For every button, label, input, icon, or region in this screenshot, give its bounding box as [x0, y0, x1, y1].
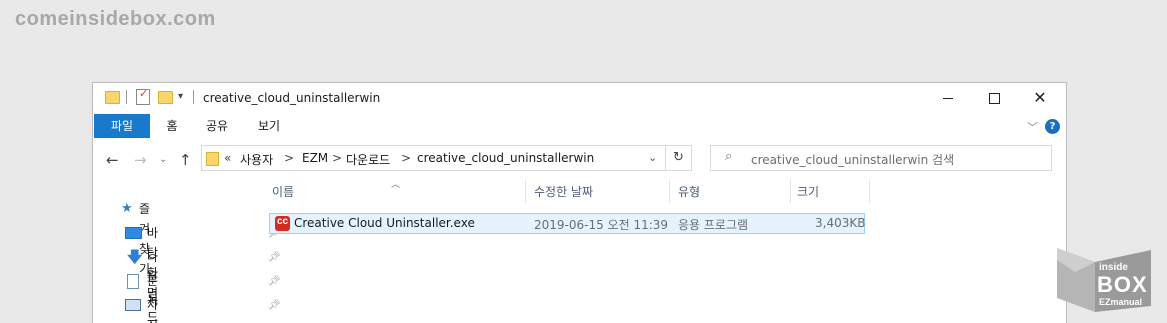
- new-folder-icon[interactable]: [158, 91, 173, 104]
- creative-cloud-app-icon: cc: [275, 216, 290, 231]
- back-button[interactable]: ←: [106, 151, 119, 169]
- logo-text-box: BOX: [1097, 272, 1148, 297]
- refresh-button[interactable]: ↻: [666, 145, 692, 171]
- window-title: creative_cloud_uninstallerwin: [203, 91, 381, 105]
- column-header-name[interactable]: 이름: [272, 183, 294, 200]
- file-modified: 2019-06-15 오전 11:39: [534, 218, 669, 232]
- breadcrumb-users[interactable]: 사용자: [240, 151, 273, 168]
- column-divider[interactable]: [669, 179, 670, 203]
- search-placeholder: creative_cloud_uninstallerwin 검색: [751, 153, 955, 167]
- file-name[interactable]: Creative Cloud Uninstaller.exe: [294, 216, 475, 230]
- file-type: 응용 프로그램: [678, 218, 749, 232]
- maximize-button[interactable]: [971, 83, 1017, 113]
- insidebox-logo: inside BOX EZmanual: [1055, 242, 1153, 314]
- address-dropdown-icon[interactable]: ⌄: [648, 151, 657, 164]
- column-divider[interactable]: [790, 179, 791, 203]
- search-input[interactable]: ⌕ creative_cloud_uninstallerwin 검색: [710, 145, 1052, 171]
- column-header-type[interactable]: 유형: [678, 183, 700, 200]
- ribbon-tabs: 파일 홈 공유 보기 ﹀ ?: [93, 114, 1066, 139]
- site-watermark: comeinsidebox.com: [15, 8, 216, 30]
- up-button[interactable]: ↑: [179, 151, 192, 169]
- address-bar[interactable]: « 사용자 > EZM > 다운로드 > creative_cloud_unin…: [201, 145, 666, 171]
- minimize-button[interactable]: [925, 83, 971, 113]
- logo-text-ezmanual: EZmanual: [1099, 297, 1143, 307]
- desktop-icon: [125, 227, 142, 239]
- explorer-window: ✓ ▾ creative_cloud_uninstallerwin ✕ 파일 홈…: [92, 82, 1067, 323]
- pin-icon: 📌︎: [268, 252, 281, 263]
- sort-ascending-icon: ︿: [391, 180, 401, 190]
- download-arrow-icon: 🡇: [127, 248, 143, 266]
- column-divider[interactable]: [525, 179, 526, 203]
- path-overflow[interactable]: «: [224, 151, 231, 165]
- breadcrumb-current[interactable]: creative_cloud_uninstallerwin: [417, 151, 594, 165]
- file-size: 3,403KB: [815, 216, 866, 230]
- tab-share[interactable]: 공유: [199, 114, 235, 138]
- breadcrumb-ezm[interactable]: EZM: [302, 151, 328, 165]
- document-icon: [127, 274, 139, 289]
- help-icon[interactable]: ?: [1045, 119, 1060, 134]
- path-separator[interactable]: >: [332, 151, 342, 165]
- search-icon: ⌕: [725, 149, 733, 164]
- pin-icon: 📌︎: [268, 276, 281, 287]
- folder-icon: [105, 91, 120, 104]
- path-separator[interactable]: >: [401, 151, 411, 165]
- picture-icon: [125, 299, 141, 311]
- tab-view[interactable]: 보기: [251, 114, 287, 138]
- star-icon: ★: [121, 201, 133, 216]
- path-separator[interactable]: >: [284, 151, 294, 165]
- column-header-modified[interactable]: 수정한 날짜: [534, 183, 593, 200]
- recent-locations-icon[interactable]: ⌄: [159, 154, 167, 165]
- divider: [193, 90, 194, 104]
- tab-file[interactable]: 파일: [94, 114, 150, 138]
- expand-ribbon-icon[interactable]: ﹀: [1027, 119, 1038, 135]
- column-header-size[interactable]: 크기: [797, 183, 819, 200]
- sidebar-item-label: 사진: [147, 298, 159, 323]
- customize-quick-access-icon[interactable]: ▾: [178, 91, 183, 102]
- pin-icon: 📌︎: [268, 300, 281, 311]
- column-divider[interactable]: [869, 179, 870, 203]
- divider: [126, 90, 127, 104]
- properties-icon[interactable]: ✓: [136, 87, 150, 105]
- title-bar: ✓ ▾ creative_cloud_uninstallerwin ✕: [93, 83, 1066, 113]
- folder-icon: [206, 152, 219, 166]
- close-button[interactable]: ✕: [1017, 83, 1063, 113]
- breadcrumb-downloads[interactable]: 다운로드: [346, 151, 390, 168]
- tab-home[interactable]: 홈: [157, 114, 187, 138]
- forward-button[interactable]: →: [134, 151, 147, 169]
